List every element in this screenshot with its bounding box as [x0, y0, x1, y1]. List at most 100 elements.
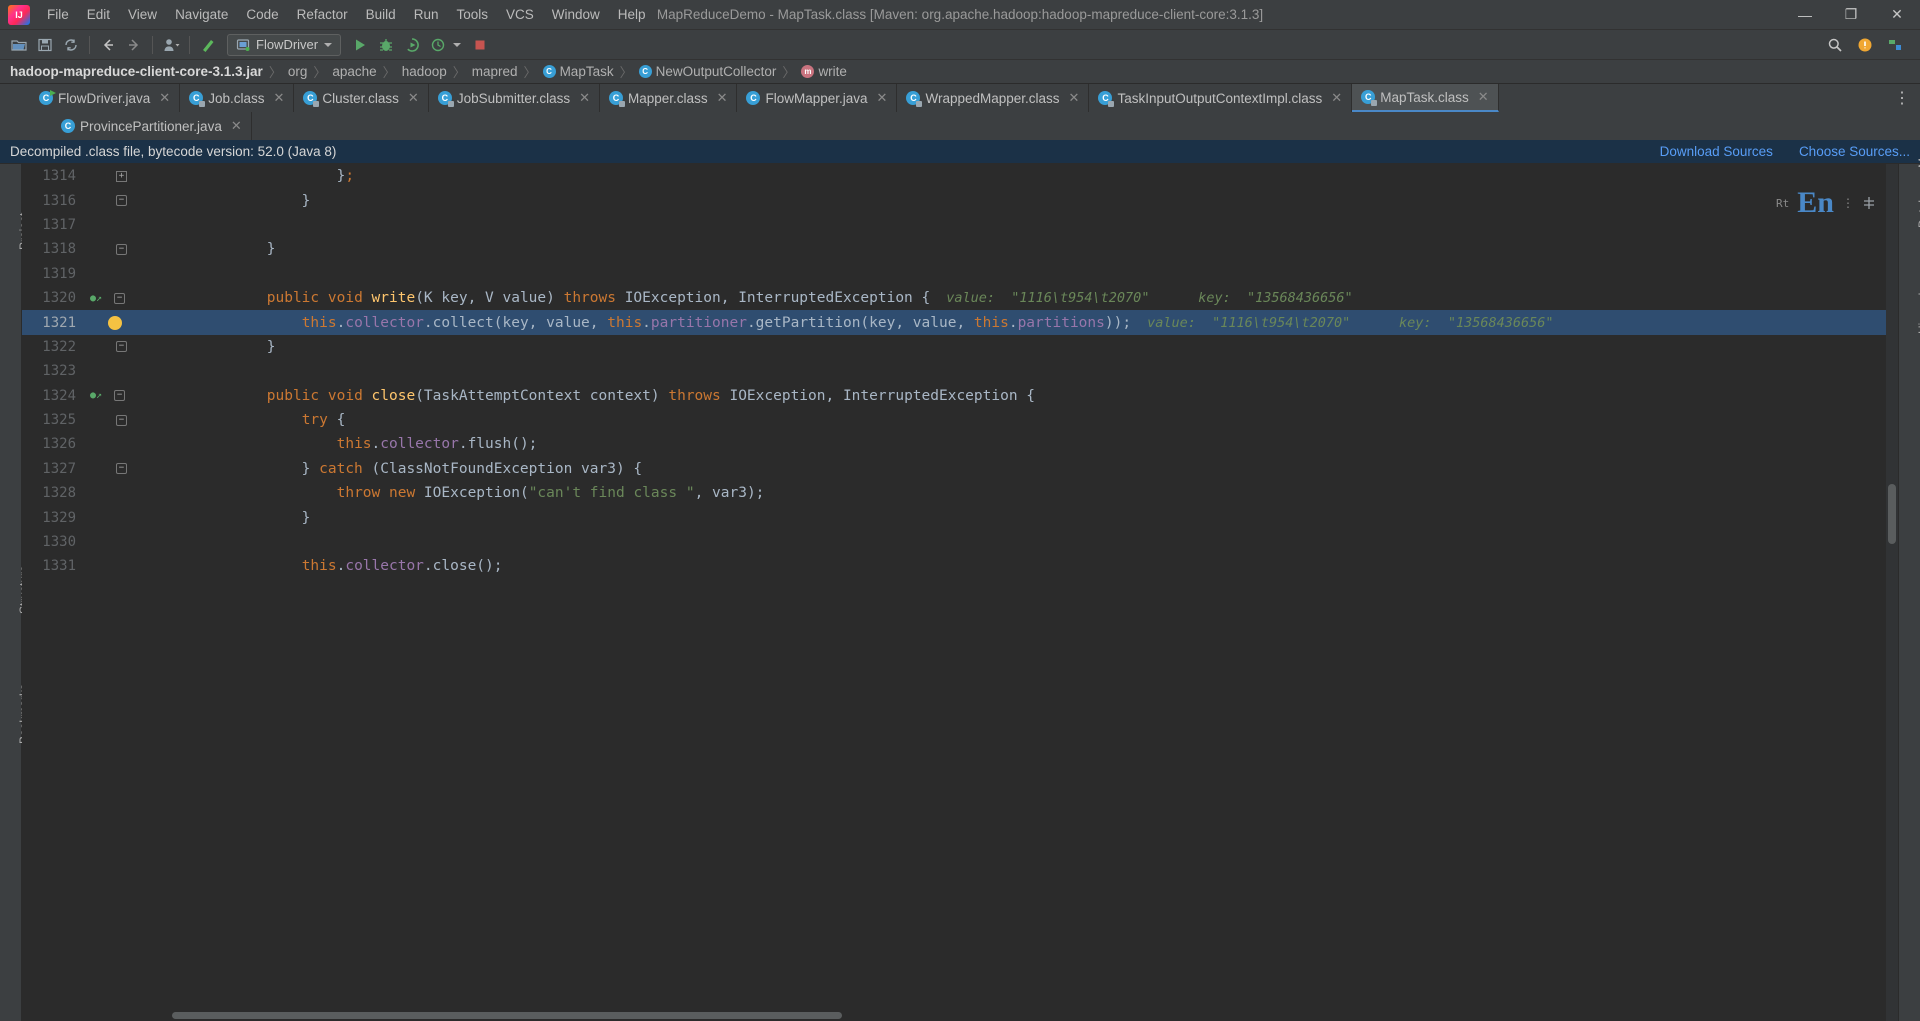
more-vertical-icon[interactable]: ⋮: [1884, 84, 1920, 112]
code-line-1317[interactable]: 1317: [22, 213, 1898, 237]
ime-language-indicator[interactable]: En: [1797, 186, 1834, 220]
choose-sources-link[interactable]: Choose Sources...: [1799, 144, 1910, 159]
sidebar-item-hierarchy[interactable]: Hierarchy: [1916, 283, 1920, 334]
menu-item-navigate[interactable]: Navigate: [166, 3, 237, 26]
plugin-icon[interactable]: [1882, 33, 1908, 57]
run-configuration-selector[interactable]: FlowDriver: [227, 33, 342, 56]
code-line-1325[interactable]: 1325 − try {: [22, 408, 1898, 432]
editor-tab-flowdriver-java[interactable]: C FlowDriver.java ✕: [30, 84, 181, 112]
sidebar-item-maven[interactable]: Maven: [1916, 132, 1920, 168]
download-sources-link[interactable]: Download Sources: [1660, 144, 1773, 159]
code-line-1321[interactable]: 1321 this.collector.collect(key, value, …: [22, 310, 1898, 335]
editor-tab-jobsubmitter-class[interactable]: C JobSubmitter.class ✕: [428, 84, 601, 112]
gutter-icons[interactable]: −: [88, 341, 162, 353]
code-line-1330[interactable]: 1330: [22, 530, 1898, 554]
menu-item-vcs[interactable]: VCS: [497, 3, 543, 26]
editor-tab-taskinputoutputcontextimpl-class[interactable]: C TaskInputOutputContextImpl.class ✕: [1089, 84, 1353, 112]
menu-item-code[interactable]: Code: [237, 3, 287, 26]
gutter-icons[interactable]: +: [88, 170, 162, 182]
editor-tab-cluster-class[interactable]: C Cluster.class ✕: [294, 84, 429, 112]
fold-collapse-icon[interactable]: −: [114, 390, 126, 402]
editor-scrollbar-thumb[interactable]: [1888, 484, 1896, 544]
profiler-icon[interactable]: [425, 33, 451, 57]
menu-item-edit[interactable]: Edit: [78, 3, 119, 26]
run-with-coverage-icon[interactable]: [399, 33, 425, 57]
gutter-icons[interactable]: ●↗ −: [88, 292, 162, 304]
editor-tab-flowmapper-java[interactable]: C FlowMapper.java ✕: [737, 84, 898, 112]
editor-tab-wrappedmapper-class[interactable]: C WrappedMapper.class ✕: [897, 84, 1090, 112]
menu-item-build[interactable]: Build: [357, 3, 405, 26]
ime-dots-icon[interactable]: ⋮: [1842, 196, 1854, 210]
menu-item-run[interactable]: Run: [405, 3, 448, 26]
code-line-1319[interactable]: 1319: [22, 262, 1898, 286]
gutter-icons[interactable]: −: [88, 463, 162, 475]
menu-item-view[interactable]: View: [119, 3, 166, 26]
chevron-down-icon[interactable]: [324, 42, 333, 47]
search-icon[interactable]: [1822, 33, 1848, 57]
close-icon[interactable]: ✕: [579, 90, 590, 106]
chevron-down-icon[interactable]: [453, 42, 462, 47]
editor-scrollbar-track[interactable]: [1886, 164, 1898, 1021]
updates-icon[interactable]: [1852, 33, 1878, 57]
code-line-1326[interactable]: 1326 this.collector.flush();: [22, 432, 1898, 456]
override-marker-icon[interactable]: ●↗: [90, 293, 102, 304]
close-icon[interactable]: ✕: [408, 90, 419, 106]
code-line-1323[interactable]: 1323: [22, 359, 1898, 383]
close-button[interactable]: ✕: [1874, 0, 1920, 30]
gutter-icons[interactable]: −: [88, 243, 162, 255]
breadcrumb-item-3[interactable]: hadoop: [402, 64, 447, 79]
fold-collapse-icon[interactable]: −: [114, 292, 126, 304]
gutter-icons[interactable]: −: [88, 414, 162, 426]
code-line-1329[interactable]: 1329 }: [22, 505, 1898, 529]
forward-arrow-icon[interactable]: [121, 33, 147, 57]
menu-item-help[interactable]: Help: [609, 3, 655, 26]
code-line-1327[interactable]: 1327 − } catch (ClassNotFoundException va…: [22, 457, 1898, 481]
breadcrumb-item-0[interactable]: hadoop-mapreduce-client-core-3.1.3.jar: [10, 64, 263, 79]
editor-tab-maptask-class[interactable]: C MapTask.class ✕: [1352, 84, 1499, 112]
code-line-1331[interactable]: 1331 this.collector.close();: [22, 554, 1898, 578]
menu-item-window[interactable]: Window: [543, 3, 609, 26]
close-icon[interactable]: ✕: [717, 90, 728, 106]
close-icon[interactable]: ✕: [273, 90, 284, 106]
user-avatar-icon[interactable]: [158, 33, 184, 57]
ime-keyboard-icon[interactable]: [1862, 196, 1876, 210]
menu-item-file[interactable]: File: [38, 3, 78, 26]
intention-bulb-icon[interactable]: [108, 315, 122, 330]
fold-collapse-icon[interactable]: −: [116, 463, 127, 475]
sidebar-item-database[interactable]: Database: [1916, 177, 1920, 228]
code-line-1322[interactable]: 1322 − }: [22, 335, 1898, 359]
code-line-1324[interactable]: 1324 ●↗ − public void close(TaskAttemptCon…: [22, 384, 1898, 408]
code-line-1320[interactable]: 1320 ●↗ − public void write(K key, V value…: [22, 286, 1898, 310]
editor-tab-provincepartitioner-java[interactable]: C ProvincePartitioner.java ✕: [52, 112, 252, 140]
code-editor[interactable]: 1314 + }; 1316 − } 1317 1318 − } 1319 1320 ●↗ − pu…: [22, 164, 1898, 1021]
editor-tab-job-class[interactable]: C Job.class ✕: [180, 84, 295, 112]
minimize-button[interactable]: —: [1782, 0, 1828, 30]
gutter-icons[interactable]: ●↗ −: [88, 390, 162, 402]
close-icon[interactable]: ✕: [877, 90, 888, 106]
menu-item-tools[interactable]: Tools: [447, 3, 497, 26]
debug-icon[interactable]: [373, 33, 399, 57]
back-arrow-icon[interactable]: [95, 33, 121, 57]
breadcrumb-item-7[interactable]: m write: [801, 64, 847, 79]
editor-horizontal-scrollbar[interactable]: [172, 1012, 842, 1019]
fold-collapse-icon[interactable]: −: [116, 341, 127, 353]
menu-item-refactor[interactable]: Refactor: [288, 3, 357, 26]
fold-collapse-icon[interactable]: −: [116, 243, 127, 255]
breadcrumb-item-2[interactable]: apache: [332, 64, 376, 79]
fold-expand-icon[interactable]: +: [116, 170, 127, 182]
breadcrumb-item-6[interactable]: C NewOutputCollector: [638, 64, 776, 79]
breadcrumb-item-5[interactable]: C MapTask: [542, 64, 614, 79]
gutter-icons[interactable]: [88, 315, 162, 330]
run-icon[interactable]: [347, 33, 373, 57]
fold-collapse-icon[interactable]: −: [116, 195, 127, 207]
code-line-1328[interactable]: 1328 throw new IOException("can't find c…: [22, 481, 1898, 505]
override-marker-icon[interactable]: ●↗: [90, 390, 102, 401]
code-line-1314[interactable]: 1314 + };: [22, 164, 1898, 188]
breadcrumb-item-4[interactable]: mapred: [472, 64, 518, 79]
editor-tab-mapper-class[interactable]: C Mapper.class ✕: [600, 84, 738, 112]
close-icon[interactable]: ✕: [159, 90, 170, 106]
close-icon[interactable]: ✕: [231, 118, 242, 134]
close-icon[interactable]: ✕: [1069, 90, 1080, 106]
close-icon[interactable]: ✕: [1478, 89, 1489, 105]
save-icon[interactable]: [32, 33, 58, 57]
